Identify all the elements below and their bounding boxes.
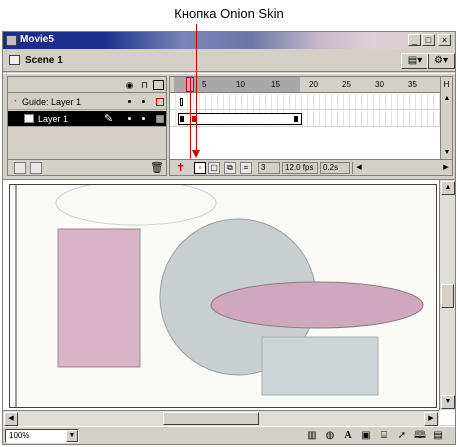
onion-skin-outlines-button[interactable]: ▢ (208, 162, 220, 174)
frame-row-guide[interactable] (170, 94, 440, 110)
layer-icon (24, 114, 34, 123)
center-frame-icon[interactable]: ✝ (176, 161, 185, 174)
lock-icon[interactable]: ⊓ (139, 80, 150, 90)
scene-label: Scene 1 (25, 55, 63, 66)
visibility-dot[interactable] (128, 117, 131, 120)
frame-number: 25 (342, 80, 351, 89)
minimize-button[interactable]: _ (408, 34, 421, 46)
title-bar[interactable]: Movie5 _ □ × (3, 32, 455, 49)
window-title: Movie5 (20, 34, 54, 45)
close-button[interactable]: × (438, 34, 451, 46)
lock-dot[interactable] (142, 100, 145, 103)
layer-name-layer1: Layer 1 (38, 114, 69, 124)
zoom-value: 100% (9, 431, 30, 440)
layers-footer: 🗑 (8, 159, 166, 175)
add-guide-layer-icon[interactable] (30, 162, 42, 174)
frame-number: 20 (309, 80, 318, 89)
stage-vscroll[interactable]: ▲ ▼ (439, 180, 455, 410)
maximize-button[interactable]: □ (422, 34, 435, 46)
scroll-left-icon[interactable]: ◀ (4, 412, 18, 426)
scroll-down-icon[interactable]: ▼ (441, 147, 452, 159)
scroll-up-icon[interactable]: ▲ (441, 181, 455, 195)
stage-area: ▲ ▼ ◀ ▶ (3, 179, 455, 426)
layer-row-layer1[interactable]: Layer 1 ✎ (8, 111, 166, 127)
library-icon[interactable]: ▤ (431, 430, 445, 442)
callout-arrow-head (192, 150, 200, 158)
outline-square-red[interactable] (156, 98, 164, 106)
status-bar: 100% ▼ ▥ ◍ A ▣ ⌸ ➚ 🕮 ▤ (3, 426, 455, 444)
guide-icon: ᐧ (14, 96, 17, 106)
pink-rectangle[interactable] (57, 228, 141, 368)
callout-arrow-line (196, 24, 197, 152)
stage-hscroll[interactable]: ◀ ▶ (3, 410, 439, 426)
hscroll-thumb[interactable] (163, 412, 259, 425)
frame-panel-icon[interactable]: ⌸ (377, 430, 391, 442)
modify-onion-markers-button[interactable]: ⌗ (240, 162, 252, 174)
frame-ruler[interactable]: 5 10 15 20 25 30 35 40 45 (170, 77, 440, 93)
movie-icon (6, 35, 17, 46)
callout-caption: Кнопка Onion Skin (174, 6, 284, 21)
scroll-right-icon[interactable]: ▶ (440, 162, 452, 174)
scroll-up-icon[interactable]: ▲ (441, 93, 452, 105)
timeline-hscroll[interactable]: ◀ ▶ (352, 162, 452, 174)
elapsed-time-field: 0.2s (320, 162, 350, 174)
timeline-menu-button[interactable]: H (440, 77, 452, 93)
frame-number: 10 (236, 80, 245, 89)
blank-keyframe[interactable] (180, 98, 183, 106)
scene-icon (9, 55, 20, 65)
scroll-right-icon[interactable]: ▶ (424, 412, 438, 426)
add-layer-icon[interactable] (14, 162, 26, 174)
gray-square[interactable] (261, 336, 379, 396)
zoom-select[interactable]: 100% ▼ (5, 429, 79, 443)
text-options-icon[interactable]: A (341, 430, 355, 442)
timeline-footer: ✝ ▫ ▢ ⧉ ⌗ 3 12.0 fps 0.2s ◀ ▶ (170, 159, 452, 175)
scroll-down-icon[interactable]: ▼ (441, 395, 455, 409)
keyframe[interactable] (180, 116, 184, 122)
layer-row-guide[interactable]: ᐧ Guide: Layer 1 (8, 94, 166, 110)
stage[interactable] (9, 184, 437, 408)
info-panel-icon[interactable]: ▥ (305, 430, 319, 442)
stage-canvas (15, 185, 424, 407)
pencil-icon: ✎ (104, 113, 114, 125)
movie-window: Movie5 _ □ × Scene 1 ▤▾ ⚙▾ ◉ ⊓ ᐧ Guide: … (2, 31, 456, 445)
chevron-down-icon[interactable]: ▼ (66, 430, 78, 442)
eye-icon[interactable]: ◉ (124, 80, 135, 90)
frame-number: 35 (408, 80, 417, 89)
frame-row-layer1[interactable] (170, 111, 440, 127)
layers-panel: ◉ ⊓ ᐧ Guide: Layer 1 Layer 1 ✎ 🗑 (7, 76, 167, 176)
outline-icon[interactable] (153, 80, 164, 90)
timeline: ◉ ⊓ ᐧ Guide: Layer 1 Layer 1 ✎ 🗑 5 10 15… (3, 73, 455, 177)
visibility-dot[interactable] (128, 100, 131, 103)
color-panel-icon[interactable]: ◍ (323, 430, 337, 442)
frames-panel: 5 10 15 20 25 30 35 40 45 H (169, 76, 453, 176)
lock-dot[interactable] (142, 117, 145, 120)
frame-rate-field: 12.0 fps (282, 162, 318, 174)
layers-header: ◉ ⊓ (8, 77, 166, 93)
edit-multiple-frames-button[interactable]: ⧉ (224, 162, 236, 174)
edit-symbols-button[interactable]: ▤▾ (401, 53, 429, 69)
keyframe[interactable] (294, 116, 298, 122)
onion-skin-button[interactable]: ▫ (194, 162, 206, 174)
current-frame-field: 3 (258, 162, 280, 174)
frame-number: 5 (202, 80, 207, 89)
scroll-left-icon[interactable]: ◀ (353, 162, 365, 174)
scene-bar: Scene 1 ▤▾ ⚙▾ (3, 50, 455, 72)
playhead-line (190, 77, 191, 161)
outline-square[interactable] (156, 115, 164, 123)
frame-number: 30 (375, 80, 384, 89)
layer-name-guide: Guide: Layer 1 (22, 97, 82, 107)
instance-panel-icon[interactable]: ▣ (359, 430, 373, 442)
trash-icon[interactable]: 🗑 (150, 161, 164, 174)
actions-panel-icon[interactable]: ➚ (395, 430, 409, 442)
pink-ellipse[interactable] (210, 281, 424, 329)
onion-ghost-ellipse[interactable] (55, 185, 217, 226)
frame-number: 15 (271, 80, 280, 89)
edit-scene-button[interactable]: ⚙▾ (427, 53, 455, 69)
timeline-vscroll[interactable]: ▲ ▼ (440, 93, 452, 159)
movie-explorer-icon[interactable]: 🕮 (413, 430, 427, 442)
vscroll-thumb[interactable] (441, 284, 454, 308)
